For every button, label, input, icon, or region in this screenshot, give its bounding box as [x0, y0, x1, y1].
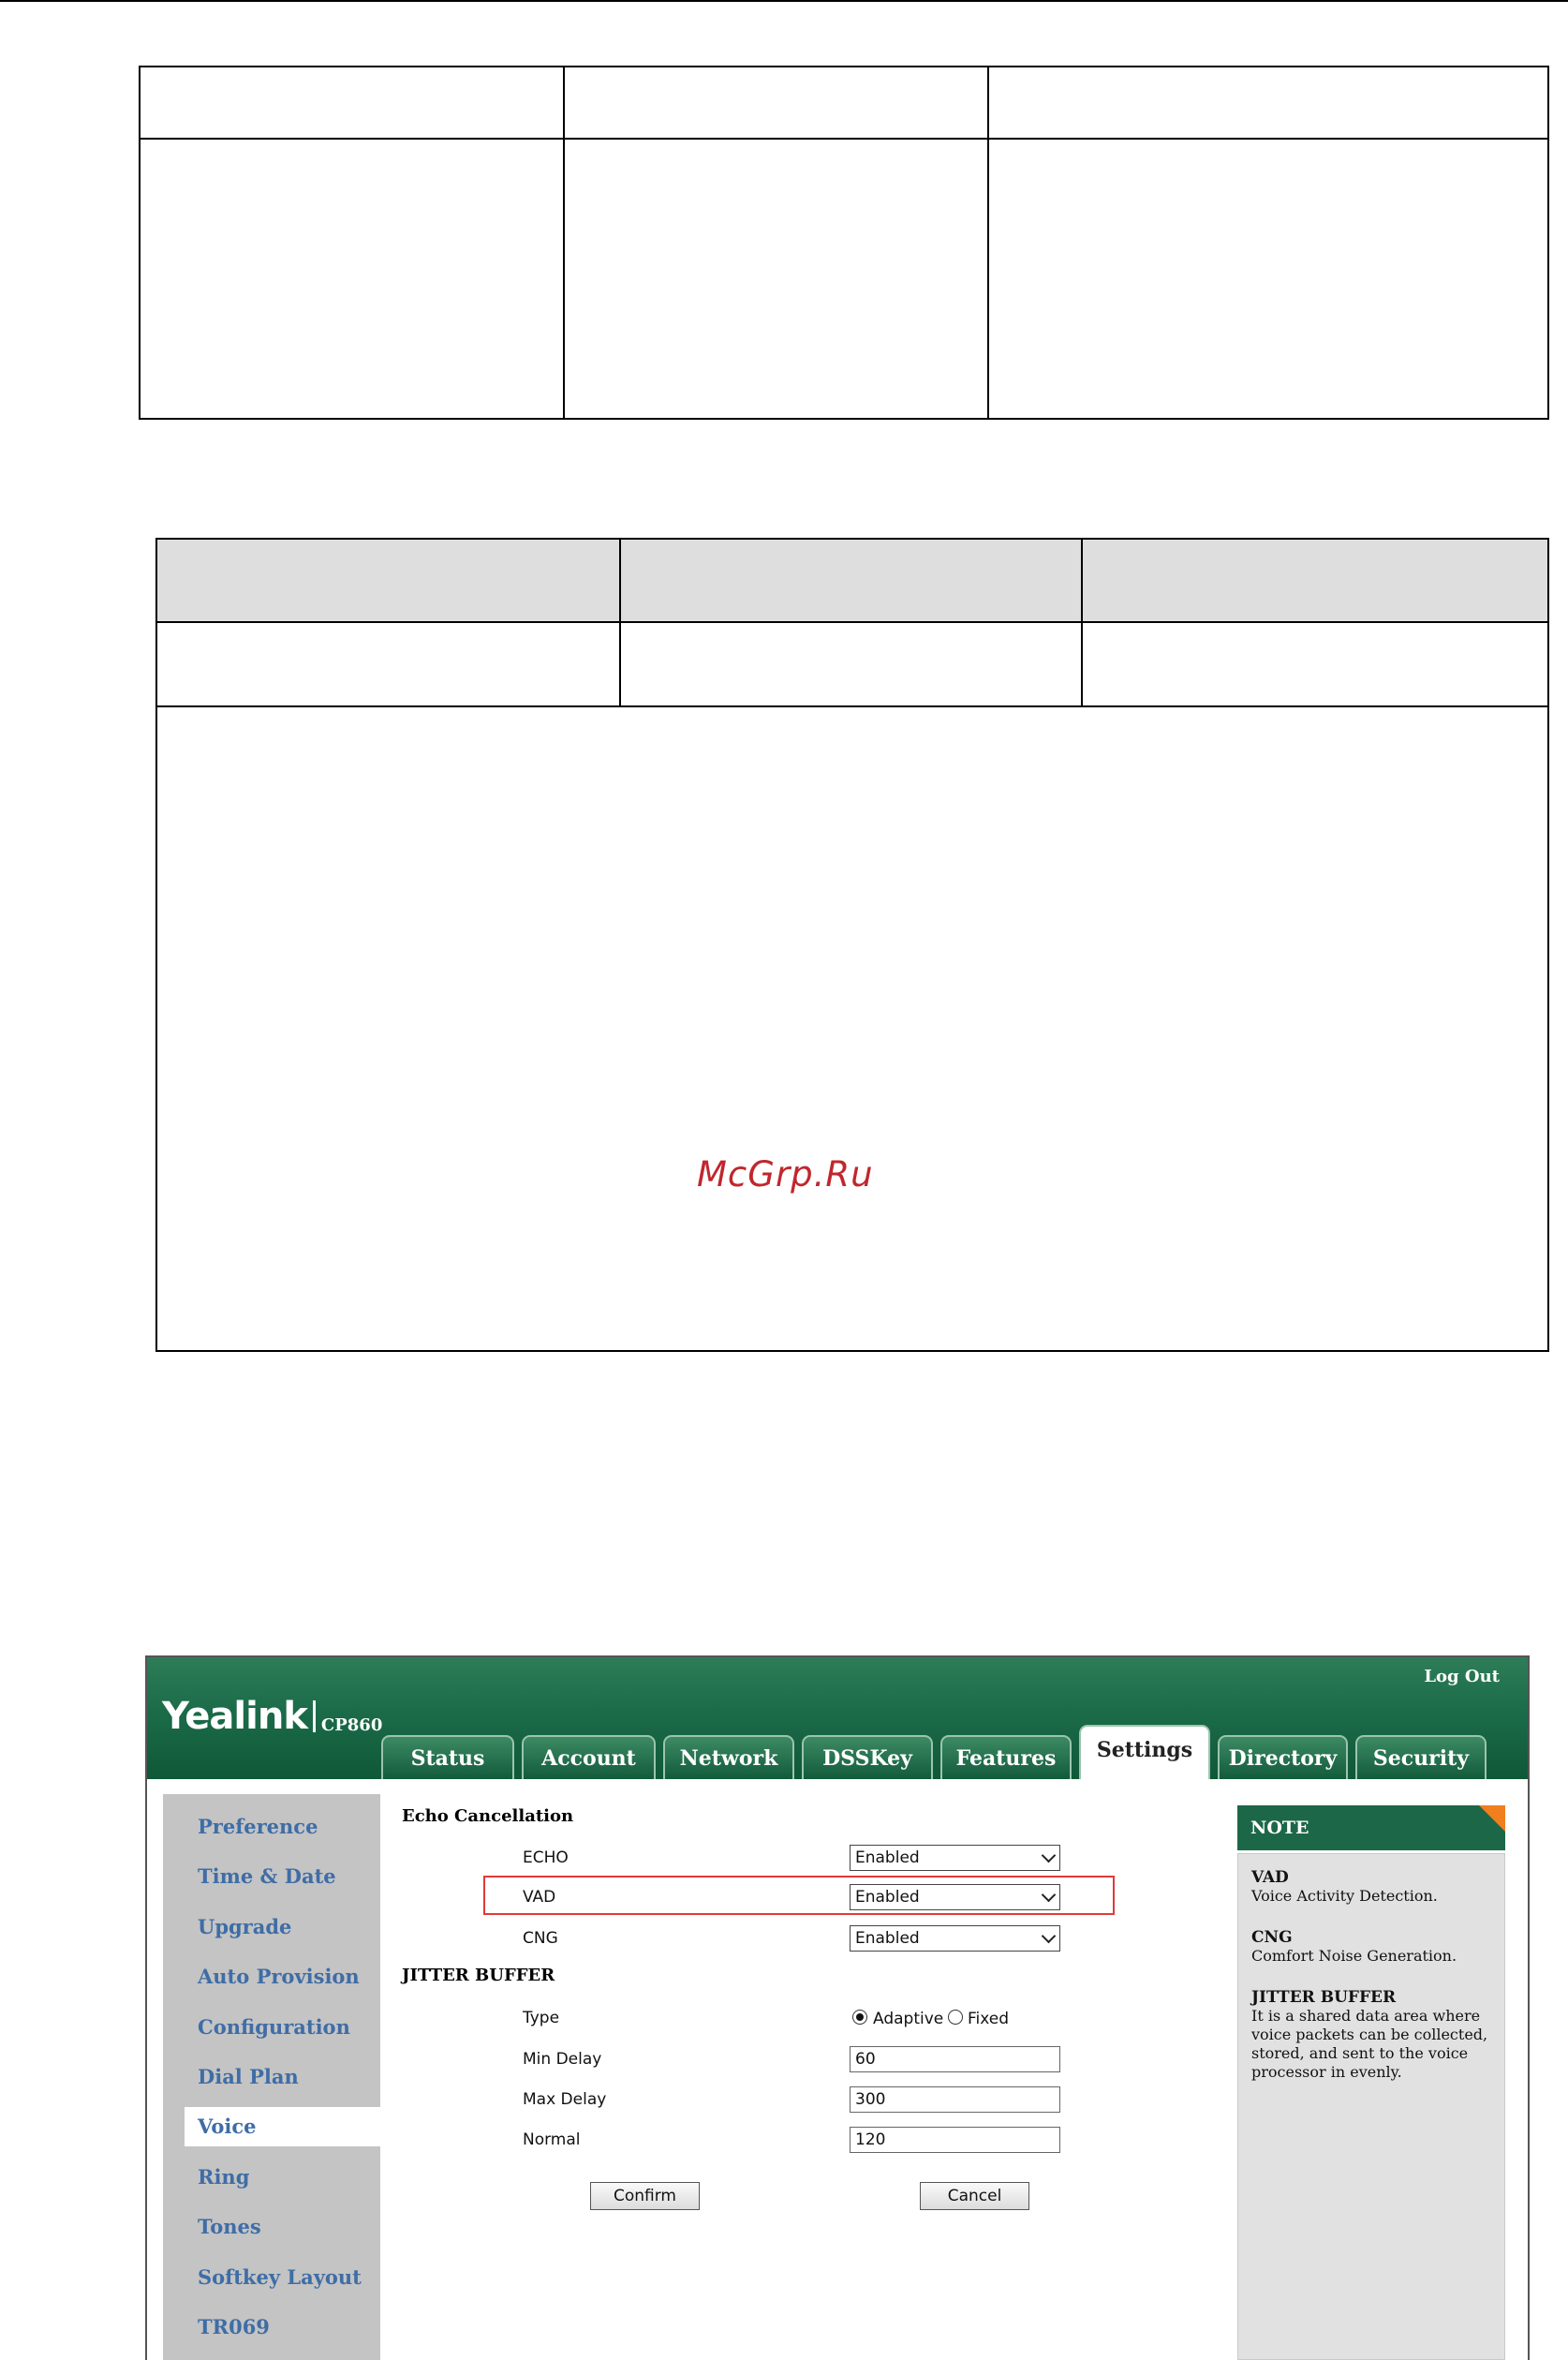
- vad-select-value: Enabled: [855, 1888, 920, 1907]
- note-term: JITTER BUFFER: [1251, 1988, 1397, 2007]
- sidebar-item-voice[interactable]: Voice: [198, 2115, 257, 2138]
- cng-select-value: Enabled: [855, 1929, 920, 1948]
- note-entry-jitter-buffer: JITTER BUFFER It is a shared data area w…: [1251, 1988, 1487, 2082]
- max-delay-label: Max Delay: [523, 2090, 607, 2109]
- tab-security[interactable]: Security: [1355, 1735, 1487, 1779]
- note-term: CNG: [1251, 1928, 1293, 1947]
- sidebar-item-tones[interactable]: Tones: [198, 2215, 261, 2238]
- fixed-radio-label: Fixed: [968, 2010, 1010, 2028]
- normal-input[interactable]: 120: [850, 2127, 1060, 2153]
- note-term: VAD: [1251, 1868, 1289, 1887]
- table-row: [139, 138, 1549, 420]
- sidebar-item-auto-provision[interactable]: Auto Provision: [198, 1965, 360, 1988]
- cancel-button[interactable]: Cancel: [920, 2182, 1029, 2210]
- document-table-2: [155, 538, 1549, 1352]
- table-row: [139, 66, 1549, 140]
- chevron-down-icon: [1041, 1848, 1057, 1863]
- sidebar-item-softkey-layout[interactable]: Softkey Layout: [198, 2265, 362, 2289]
- min-delay-label: Min Delay: [523, 2050, 602, 2069]
- vad-select[interactable]: Enabled: [850, 1884, 1060, 1910]
- tab-account[interactable]: Account: [522, 1735, 656, 1779]
- tab-settings[interactable]: Settings: [1079, 1725, 1210, 1779]
- adaptive-radio[interactable]: [852, 2010, 867, 2025]
- min-delay-input[interactable]: 60: [850, 2046, 1060, 2072]
- sidebar-item-tr069[interactable]: TR069: [198, 2315, 270, 2338]
- echo-cancellation-title: Echo Cancellation: [402, 1806, 574, 1826]
- cng-label: CNG: [523, 1929, 558, 1948]
- table-description-row: [155, 705, 1549, 1352]
- logout-link[interactable]: Log Out: [1424, 1667, 1500, 1686]
- watermark: McGrp.Ru: [697, 1154, 874, 1195]
- cng-select[interactable]: Enabled: [850, 1925, 1060, 1952]
- confirm-button[interactable]: Confirm: [590, 2182, 700, 2210]
- vad-label: VAD: [523, 1888, 556, 1907]
- note-entry-cng: CNG Comfort Noise Generation.: [1251, 1928, 1457, 1966]
- note-desc-line: It is a shared data area where: [1251, 2007, 1481, 2025]
- sidebar-item-configuration[interactable]: Configuration: [198, 2015, 350, 2039]
- yealink-web-ui: Log Out Yealink CP860 Status Account Netw…: [145, 1655, 1530, 2360]
- yealink-logo: Yealink CP860: [162, 1695, 382, 1738]
- normal-label: Normal: [523, 2130, 581, 2149]
- echo-select-value: Enabled: [855, 1848, 920, 1867]
- chevron-down-icon: [1041, 1887, 1057, 1903]
- type-label: Type: [523, 2009, 560, 2027]
- jitter-buffer-title: JITTER BUFFER: [402, 1966, 555, 1985]
- logo-divider: [312, 1700, 316, 1732]
- sidebar-item-dial-plan[interactable]: Dial Plan: [198, 2065, 299, 2088]
- note-header: NOTE: [1237, 1805, 1505, 1850]
- tab-status[interactable]: Status: [381, 1735, 514, 1779]
- note-desc-line: stored, and sent to the voice: [1251, 2044, 1469, 2062]
- logo-brand: Yealink: [162, 1695, 308, 1738]
- note-desc-line: processor in evenly.: [1251, 2063, 1402, 2081]
- echo-select[interactable]: Enabled: [850, 1845, 1060, 1871]
- header-bar: Log Out Yealink CP860 Status Account Netw…: [147, 1657, 1528, 1779]
- tab-features[interactable]: Features: [940, 1735, 1072, 1779]
- chevron-down-icon: [1041, 1928, 1057, 1944]
- max-delay-input[interactable]: 300: [850, 2086, 1060, 2113]
- note-title: NOTE: [1250, 1818, 1309, 1838]
- note-desc: Voice Activity Detection.: [1251, 1887, 1438, 1905]
- note-desc: Comfort Noise Generation.: [1251, 1947, 1457, 1965]
- logo-model: CP860: [320, 1715, 383, 1735]
- sidebar-item-upgrade[interactable]: Upgrade: [198, 1915, 291, 1938]
- sidebar-item-time-date[interactable]: Time & Date: [198, 1864, 336, 1888]
- echo-label: ECHO: [523, 1848, 569, 1867]
- document-table-1: [139, 66, 1549, 420]
- adaptive-radio-label: Adaptive: [873, 2010, 944, 2028]
- note-panel: VAD Voice Activity Detection. CNG Comfor…: [1237, 1853, 1505, 2360]
- sidebar-item-preference[interactable]: Preference: [198, 1815, 318, 1838]
- page-top-rule: [0, 0, 1568, 2]
- note-corner-icon: [1479, 1805, 1505, 1832]
- tab-directory[interactable]: Directory: [1218, 1735, 1348, 1779]
- tab-network[interactable]: Network: [663, 1735, 794, 1779]
- fixed-radio[interactable]: [948, 2010, 963, 2025]
- note-entry-vad: VAD Voice Activity Detection.: [1251, 1868, 1438, 1906]
- table-row: [155, 621, 1549, 707]
- tab-dsskey[interactable]: DSSKey: [802, 1735, 933, 1779]
- table-header-row: [155, 538, 1549, 623]
- sidebar-item-ring[interactable]: Ring: [198, 2165, 249, 2189]
- note-desc-line: voice packets can be collected,: [1251, 2026, 1488, 2043]
